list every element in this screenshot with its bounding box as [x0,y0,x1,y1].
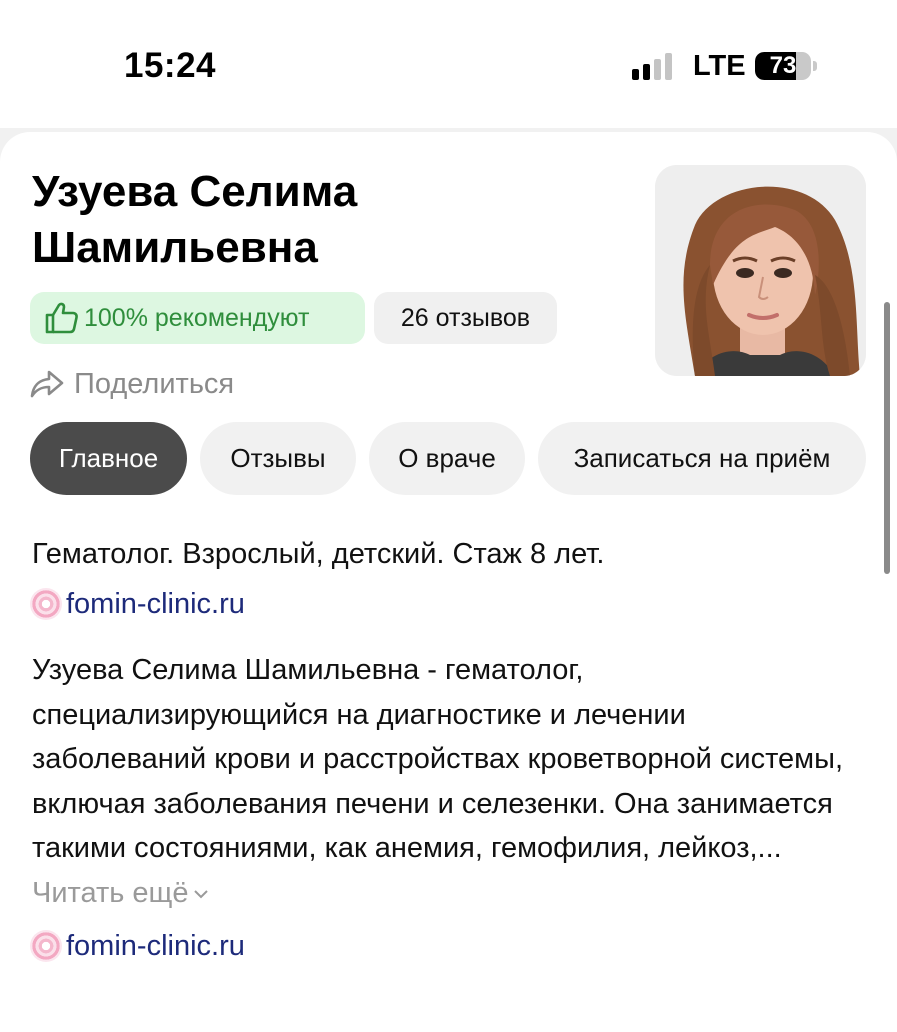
thumbs-up-icon [45,302,78,334]
scrollbar[interactable] [884,302,890,574]
tab-about[interactable]: О враче [369,422,525,495]
tab-about-label: О враче [398,443,496,473]
clinic-link-label: fomin-clinic.ru [66,587,245,620]
status-bar: 15:24 LTE 73 [0,0,897,128]
tab-appointment[interactable]: Записаться на приём [538,422,866,495]
clinic-link-label: fomin-clinic.ru [66,929,245,962]
reviews-label: 26 отзывов [400,303,531,332]
clinic-link-top[interactable]: fomin-clinic.ru [30,584,245,624]
tab-appointment-label: Записаться на приём [573,443,831,473]
clinic-favicon-icon [30,930,62,962]
battery-cap [813,61,817,71]
description-text: Узуева Селима Шамильевна - гематолог, сп… [32,654,843,864]
clinic-link-bottom[interactable]: fomin-clinic.ru [30,926,245,966]
doctor-name: Узуева Селима Шамильевна [32,167,358,272]
chevron-down-icon [193,890,208,899]
reviews-count-button[interactable]: 26 отзывов [374,292,557,344]
signal-icon [632,52,676,80]
tab-bar: Главное Отзывы О враче Записаться на при… [0,422,897,496]
status-time: 15:24 [124,46,217,85]
share-button[interactable]: Поделиться [30,364,234,404]
tab-main[interactable]: Главное [30,422,187,495]
doctor-photo[interactable] [655,165,866,376]
tab-reviews[interactable]: Отзывы [200,422,356,495]
clinic-favicon-icon [30,588,62,620]
doctor-portrait-image [655,165,866,376]
share-label: Поделиться [74,367,235,400]
battery-percent: 73 [769,52,797,79]
network-type: LTE [693,50,746,82]
tab-reviews-label: Отзывы [230,443,326,473]
recommend-label: 100% рекомендуют [84,303,310,332]
doctor-description: Узуева Селима Шамильевна - гематолог, сп… [32,648,862,915]
battery-icon: 73 [755,52,811,80]
doctor-specialty: Гематолог. Взрослый, детский. Стаж 8 лет… [32,538,605,570]
recommend-badge[interactable]: 100% рекомендуют [30,292,365,344]
read-more-link[interactable]: Читать ещё [32,877,209,909]
share-arrow-icon [30,370,64,398]
read-more-label: Читать ещё [32,876,189,909]
tab-main-label: Главное [58,443,159,473]
